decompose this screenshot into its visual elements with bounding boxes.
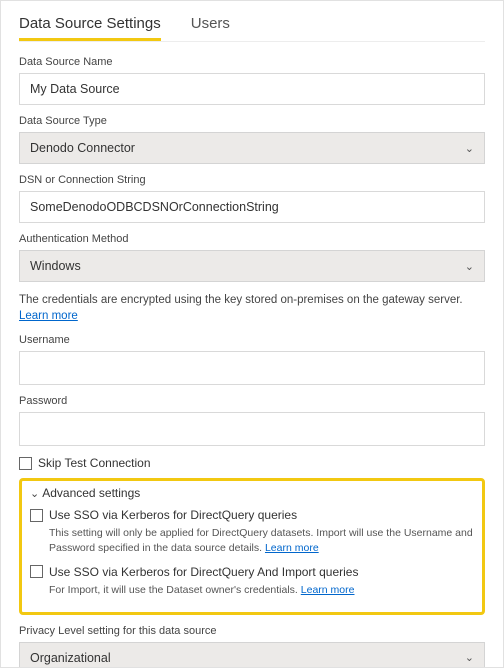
label-username: Username bbox=[19, 334, 485, 346]
data-source-type-value: Denodo Connector bbox=[30, 141, 135, 155]
label-auth-method: Authentication Method bbox=[19, 233, 485, 245]
credentials-info-text: The credentials are encrypted using the … bbox=[19, 294, 463, 306]
data-source-name-input[interactable] bbox=[19, 73, 485, 105]
label-data-source-name: Data Source Name bbox=[19, 56, 485, 68]
sso-dq-checkbox[interactable] bbox=[30, 509, 43, 522]
learn-more-link[interactable]: Learn more bbox=[301, 584, 355, 596]
data-source-type-select[interactable]: Denodo Connector ⌄ bbox=[19, 132, 485, 164]
data-source-settings-panel: Data Source Settings Users Data Source N… bbox=[0, 0, 504, 668]
label-privacy: Privacy Level setting for this data sour… bbox=[19, 625, 485, 637]
chevron-down-icon: ⌄ bbox=[465, 142, 474, 155]
learn-more-link[interactable]: Learn more bbox=[19, 310, 78, 322]
auth-method-value: Windows bbox=[30, 259, 81, 273]
sso-dq-import-label: Use SSO via Kerberos for DirectQuery And… bbox=[49, 565, 358, 579]
tab-users[interactable]: Users bbox=[191, 11, 230, 41]
username-input[interactable] bbox=[19, 351, 485, 385]
sso-dq-import-hint-text: For Import, it will use the Dataset owne… bbox=[49, 584, 298, 596]
label-data-source-type: Data Source Type bbox=[19, 115, 485, 127]
skip-test-row: Skip Test Connection bbox=[19, 456, 485, 470]
chevron-down-icon: ⌄ bbox=[465, 651, 474, 664]
password-input[interactable] bbox=[19, 412, 485, 446]
chevron-down-icon: ⌄ bbox=[30, 487, 39, 500]
sso-dq-import-checkbox[interactable] bbox=[30, 565, 43, 578]
skip-test-label: Skip Test Connection bbox=[38, 456, 151, 470]
label-password: Password bbox=[19, 395, 485, 407]
sso-dq-import-row: Use SSO via Kerberos for DirectQuery And… bbox=[30, 565, 474, 579]
sso-dq-hint-text: This setting will only be applied for Di… bbox=[49, 527, 473, 554]
sso-dq-hint: This setting will only be applied for Di… bbox=[49, 526, 474, 556]
dsn-input[interactable] bbox=[19, 191, 485, 223]
skip-test-checkbox[interactable] bbox=[19, 457, 32, 470]
sso-dq-row: Use SSO via Kerberos for DirectQuery que… bbox=[30, 508, 474, 522]
sso-dq-label: Use SSO via Kerberos for DirectQuery que… bbox=[49, 508, 297, 522]
auth-method-select[interactable]: Windows ⌄ bbox=[19, 250, 485, 282]
credentials-info: The credentials are encrypted using the … bbox=[19, 292, 485, 324]
advanced-settings-toggle[interactable]: ⌄ Advanced settings bbox=[30, 486, 474, 500]
privacy-level-value: Organizational bbox=[30, 651, 111, 665]
tabs: Data Source Settings Users bbox=[19, 11, 485, 42]
label-dsn: DSN or Connection String bbox=[19, 174, 485, 186]
advanced-settings-panel: ⌄ Advanced settings Use SSO via Kerberos… bbox=[19, 478, 485, 615]
sso-dq-import-hint: For Import, it will use the Dataset owne… bbox=[49, 583, 474, 598]
learn-more-link[interactable]: Learn more bbox=[265, 542, 319, 554]
privacy-level-select[interactable]: Organizational ⌄ bbox=[19, 642, 485, 668]
tab-data-source-settings[interactable]: Data Source Settings bbox=[19, 11, 161, 41]
chevron-down-icon: ⌄ bbox=[465, 260, 474, 273]
advanced-settings-title: Advanced settings bbox=[42, 486, 140, 500]
